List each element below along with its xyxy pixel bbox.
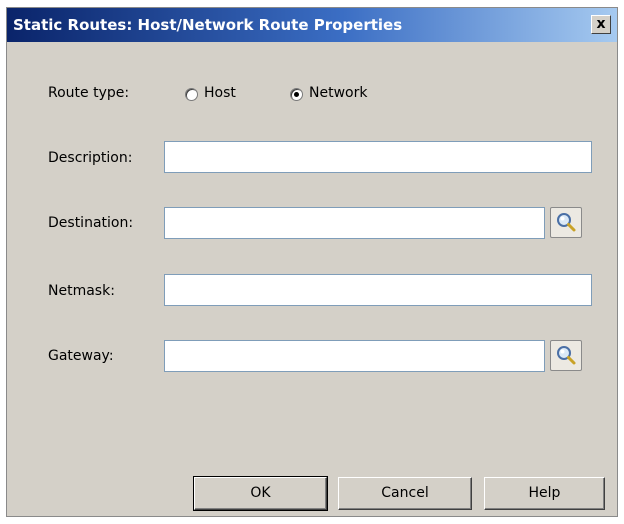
description-input[interactable] (164, 141, 592, 173)
netmask-input[interactable] (164, 274, 592, 306)
magnifier-icon (557, 213, 576, 232)
magnifier-icon (557, 346, 576, 365)
gateway-input[interactable] (164, 340, 545, 372)
title-bar[interactable]: Static Routes: Host/Network Route Proper… (7, 8, 617, 42)
gateway-lookup-button[interactable] (550, 340, 582, 371)
gateway-label: Gateway: (48, 348, 114, 364)
help-button[interactable]: Help (484, 477, 605, 510)
route-type-label: Route type: (48, 85, 130, 101)
route-properties-dialog: Static Routes: Host/Network Route Proper… (6, 7, 618, 517)
close-button[interactable]: x (591, 15, 611, 34)
ok-button[interactable]: OK (193, 476, 328, 511)
destination-lookup-button[interactable] (550, 207, 582, 238)
description-label: Description: (48, 150, 133, 166)
radio-network[interactable] (290, 88, 303, 101)
cancel-button[interactable]: Cancel (338, 477, 472, 510)
destination-label: Destination: (48, 215, 134, 231)
window-title: Static Routes: Host/Network Route Proper… (13, 16, 403, 34)
radio-host-label[interactable]: Host (204, 85, 236, 101)
radio-host[interactable] (185, 88, 198, 101)
radio-network-label[interactable]: Network (309, 85, 367, 101)
destination-input[interactable] (164, 207, 545, 239)
netmask-label: Netmask: (48, 283, 115, 299)
